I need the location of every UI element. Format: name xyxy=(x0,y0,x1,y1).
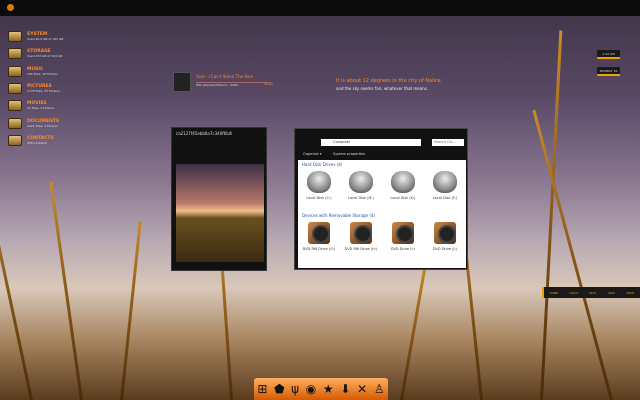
sidebar-item-movies[interactable]: MOVIES 22 Files, 3 Folders xyxy=(8,97,63,114)
download-icon[interactable]: ⬇ xyxy=(340,382,350,396)
drive-item[interactable]: Local Disk (F:) xyxy=(425,169,465,211)
start-orb-icon[interactable] xyxy=(7,4,14,11)
album-info: Hits (Deluxe Edition) • 2009 xyxy=(196,82,271,87)
organize-button[interactable]: Organize ▾ xyxy=(303,152,322,156)
sidebar-item-storage[interactable]: STORAGE Used 232 GB of 244 GB xyxy=(8,45,63,62)
storage-icon xyxy=(8,48,22,60)
hard-disk-icon xyxy=(391,171,415,193)
drive-label: DVD Drive (J:) xyxy=(432,247,458,251)
drive-item[interactable]: Local Disk (D:) xyxy=(341,169,381,211)
search-input[interactable]: Search Co... xyxy=(432,139,464,146)
weather-line2: and the sky seems fair, whatever that me… xyxy=(336,86,429,91)
drive-item[interactable]: DVD RW Drive (H:) xyxy=(341,220,381,262)
drive-item[interactable]: DVD Drive (J:) xyxy=(425,220,465,262)
sidebar-item-documents[interactable]: DOCUMENTS 4421 Files, 3 Folders xyxy=(8,114,63,131)
hard-disk-icon xyxy=(349,171,373,193)
item-sub: 438 Contacts xyxy=(27,140,47,145)
sunset-road-image xyxy=(176,164,264,262)
drive-label: Local Disk (E:) xyxy=(390,196,416,200)
drive-label: Local Disk (D:) xyxy=(348,196,374,200)
documents-folder-icon xyxy=(8,117,22,129)
weather-line1: It is about 12 degrees in the city of Na… xyxy=(336,78,441,84)
clock-date: MONDAY 10 xyxy=(597,67,620,76)
hard-disk-icon xyxy=(307,171,331,193)
drive-label: DVD RW Drive (G:) xyxy=(302,247,336,251)
drive-label: DVD Drive (I:) xyxy=(390,247,416,251)
media-icon[interactable]: ◉ xyxy=(306,382,316,396)
drive-label: Local Disk (C:) xyxy=(306,196,332,200)
drive-label: DVD RW Drive (H:) xyxy=(344,247,378,251)
dvd-drive-icon xyxy=(308,222,330,244)
explorer-window[interactable]: Computer Search Co... Organize ▾ System … xyxy=(294,128,468,270)
dvd-drive-icon xyxy=(392,222,414,244)
shortcut-pics[interactable]: PICS xyxy=(590,291,597,295)
drive-item[interactable]: DVD RW Drive (G:) xyxy=(299,220,339,262)
sidebar-item-system[interactable]: SYSTEM Used 40.0 GB of 195 GB xyxy=(8,28,63,45)
shortcut-docs[interactable]: DOCS xyxy=(569,291,578,295)
track-time: 00:00 xyxy=(264,82,273,86)
item-sub: Used 40.0 GB of 195 GB xyxy=(27,37,64,42)
music-folder-icon xyxy=(8,65,22,77)
drive-item[interactable]: Local Disk (E:) xyxy=(383,169,423,211)
album-cover[interactable] xyxy=(173,72,191,92)
dvd-drive-icon xyxy=(350,222,372,244)
movies-folder-icon xyxy=(8,100,22,112)
library-sidebar: SYSTEM Used 40.0 GB of 195 GB STORAGE Used… xyxy=(8,28,63,149)
sidebar-item-pictures[interactable]: PICTURES 1778 Files, 33 Folders xyxy=(8,80,63,97)
dvd-drive-icon xyxy=(434,222,456,244)
drive-label: Local Disk (F:) xyxy=(432,196,458,200)
contacts-folder-icon xyxy=(8,134,22,146)
wheat-icon[interactable]: ψ xyxy=(291,382,299,396)
figure-icon[interactable]: ♙ xyxy=(374,382,385,396)
item-sub: 4421 Files, 3 Folders xyxy=(27,123,58,128)
shield-icon[interactable]: ⬟ xyxy=(274,382,284,396)
address-bar[interactable]: Computer xyxy=(321,139,421,146)
item-sub: 22 Files, 3 Folders xyxy=(27,106,54,111)
tools-icon[interactable]: ✕ xyxy=(357,382,367,396)
system-icon xyxy=(8,31,22,43)
shortcut-vids[interactable]: VIDS xyxy=(608,291,615,295)
windows-icon[interactable]: ⊞ xyxy=(257,382,267,396)
pictures-folder-icon xyxy=(8,83,22,95)
group-header-removable[interactable]: Devices with Removable Storage (4) xyxy=(298,211,466,220)
image-viewer-window[interactable]: ca2127f45ebb6a7c340f6b48... xyxy=(171,127,267,271)
item-title: DOCUMENTS xyxy=(27,118,60,124)
explorer-content: Hard Disk Drives (4) Local Disk (C:) Loc… xyxy=(298,160,466,268)
item-sub: 1778 Files, 33 Folders xyxy=(27,89,60,94)
star-icon[interactable]: ★ xyxy=(323,382,334,396)
drive-item[interactable]: Local Disk (C:) xyxy=(299,169,339,211)
item-sub: 166 Files, 16 Folders xyxy=(27,71,58,76)
group-header-hdd[interactable]: Hard Disk Drives (4) xyxy=(298,160,466,169)
sidebar-item-contacts[interactable]: CONTACTS 438 Contacts xyxy=(8,132,63,149)
shortcut-zune[interactable]: ZUNE xyxy=(550,291,558,295)
system-properties-button[interactable]: System properties xyxy=(333,152,365,156)
drive-item[interactable]: DVD Drive (I:) xyxy=(383,220,423,262)
item-sub: Used 232 GB of 244 GB xyxy=(27,54,63,59)
sidebar-item-music[interactable]: MUSIC 166 Files, 16 Folders xyxy=(8,63,63,80)
track-title: Seal - I Can't Stand The Rain xyxy=(196,74,254,79)
viewer-title: ca2127f45ebb6a7c340f6b48... xyxy=(176,131,232,136)
dock: ⊞ ⬟ ψ ◉ ★ ⬇ ✕ ♙ xyxy=(254,378,388,400)
hard-disk-icon xyxy=(433,171,457,193)
shortcut-trash[interactable]: TRSH xyxy=(626,291,634,295)
top-bar xyxy=(0,0,640,16)
shortcut-bar: ZUNE DOCS PICS VIDS TRSH xyxy=(542,287,640,298)
clock-time: 1:12 AM xyxy=(597,50,620,59)
